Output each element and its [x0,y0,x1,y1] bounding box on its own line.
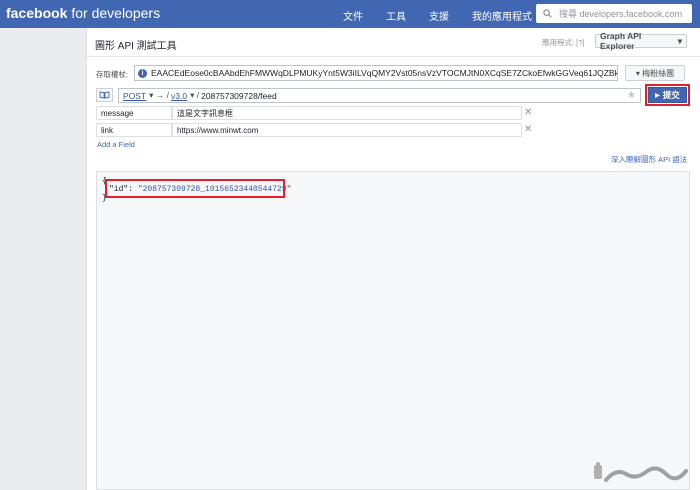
app-select-dropdown[interactable]: Graph API Explorer ▾ [595,31,687,51]
http-method-select[interactable]: POST [123,91,146,101]
field-value-input[interactable]: https://www.minwt.com [172,123,522,137]
request-path-bar[interactable]: POST ▾ → / v3.0 ▾ / 208757309728/feed ★ [118,88,641,103]
nav-docs[interactable]: 文件 [343,8,363,23]
graph-api-explorer-panel: 圖形 API 測試工具 應用程式: [?] Graph API Explorer… [86,28,700,490]
access-token-label: 存取權杖: [96,70,129,79]
learn-graph-api-syntax-link[interactable]: 深入瞭解圖形 API 語法 [611,154,687,165]
logo-developers-text: for developers [71,5,161,21]
version-chevron-icon: ▾ / [190,90,200,100]
submit-button[interactable]: ▶ 提交 [648,87,687,103]
nav-my-apps[interactable]: 我的應用程式 [472,8,532,23]
page-title: 圖形 API 測試工具 [95,41,177,52]
request-path-input[interactable]: 208757309728/feed [201,91,277,101]
nav-tools[interactable]: 工具 [386,8,406,23]
method-arrow-icon: ▾ → / [149,90,170,100]
play-icon: ▶ [655,92,660,99]
search-input[interactable] [557,7,691,20]
app-label: 應用程式: [?] [542,38,585,47]
documentation-book-button[interactable] [96,88,113,102]
json-close-brace: } [102,194,107,203]
submit-button-label: 提交 [662,90,680,100]
field-name-input[interactable]: message [96,106,172,120]
response-output-area: { "id": "208757309728_10156523440544729"… [96,171,690,490]
star-icon[interactable]: ★ [627,90,636,101]
chevron-down-icon: ▾ [677,35,682,46]
search-box[interactable] [536,4,692,23]
remove-field-icon[interactable]: ✕ [524,107,532,118]
access-token-input[interactable]: i EAACEdEose0cBAAbdEhFMWWqDLPMUKyYnt5W3i… [134,65,618,81]
logo-facebook-text: facebook [6,5,68,21]
minwt-watermark-logo [594,462,688,482]
top-navigation-bar: facebook for developers 文件 工具 支援 我的應用程式 [0,0,700,28]
api-version-select[interactable]: v3.0 [171,91,187,101]
field-value-input[interactable]: 這是文字訊息框 [172,106,522,120]
header-divider [87,56,700,57]
facebook-developers-logo[interactable]: facebook for developers [6,5,160,21]
book-icon [99,91,110,99]
nav-support[interactable]: 支援 [429,8,449,23]
access-token-value: EAACEdEose0cBAAbdEhFMWWqDLPMUKyYnt5W3iIL… [151,68,618,78]
search-icon [543,9,552,18]
get-token-button[interactable]: ▾ 梅粉絲團 [625,65,685,81]
app-select-value: Graph API Explorer [600,31,642,51]
response-highlight-box [105,179,285,198]
add-field-link[interactable]: Add a Field [97,140,135,149]
info-icon[interactable]: i [138,68,147,78]
field-name-input[interactable]: link [96,123,172,137]
remove-field-icon[interactable]: ✕ [524,124,532,135]
